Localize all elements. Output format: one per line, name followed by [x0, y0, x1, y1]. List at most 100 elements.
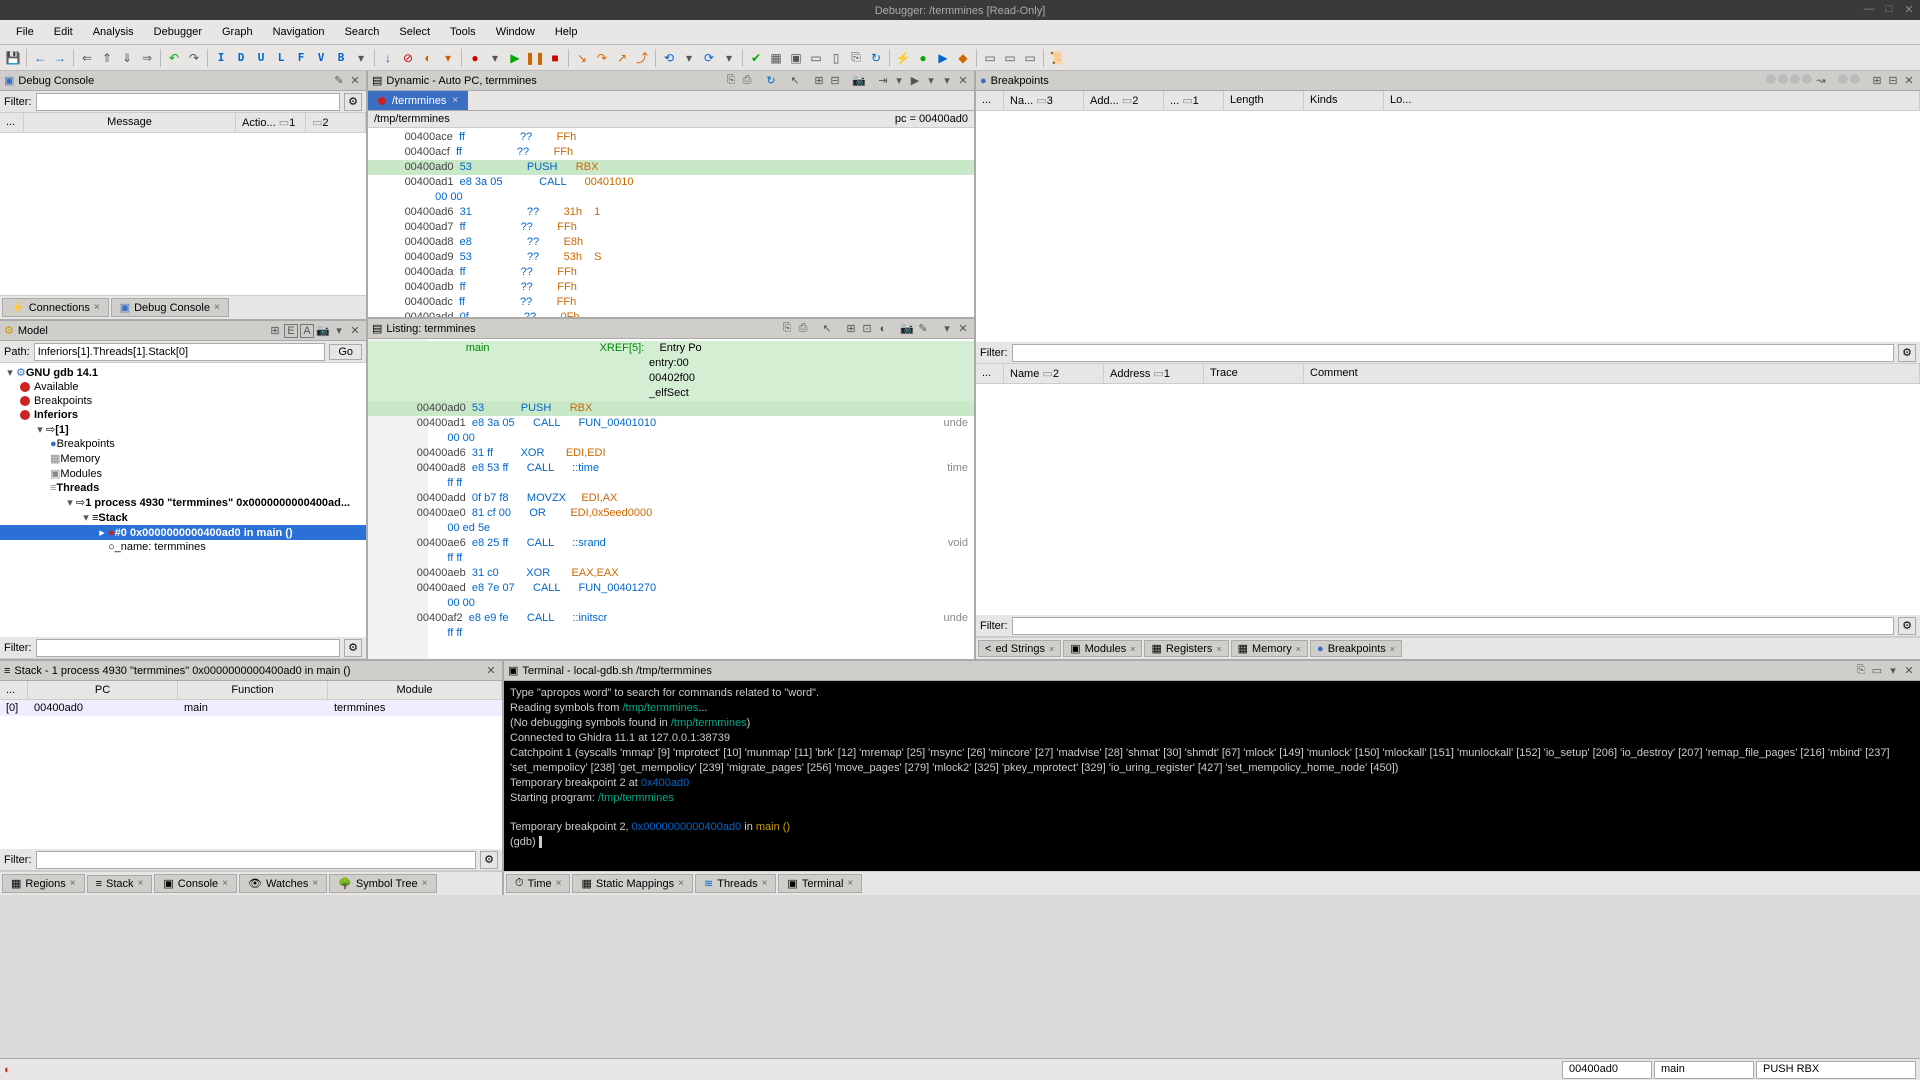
- model-tree[interactable]: ▾⚙ GNU gdb 14.1 Available Breakpoints In…: [0, 363, 366, 637]
- window2-icon[interactable]: ▯: [827, 49, 845, 67]
- star-icon[interactable]: ◆: [954, 49, 972, 67]
- forward-icon[interactable]: →: [51, 49, 69, 67]
- lst-cursor-icon[interactable]: ↖: [820, 322, 834, 336]
- dynamic-listing[interactable]: 00400ace ff ?? FFh 00400acf ff ?? FFh 00…: [368, 128, 974, 317]
- nav-prev-icon[interactable]: ⇐: [78, 49, 96, 67]
- save2-icon[interactable]: ▭: [981, 49, 999, 67]
- tab-close-icon[interactable]: ×: [214, 302, 220, 313]
- kill-icon[interactable]: ■: [546, 49, 564, 67]
- skip-icon[interactable]: ▶: [934, 49, 952, 67]
- stack-body[interactable]: [0] 00400ad0 main termmines: [0, 700, 502, 849]
- tab-close-icon[interactable]: ×: [94, 302, 100, 313]
- bp-disable-icon[interactable]: [1790, 74, 1800, 84]
- define-data-icon[interactable]: D: [232, 49, 250, 67]
- copy-icon[interactable]: ⎘: [847, 49, 865, 67]
- dyn-copy-icon[interactable]: ⎘: [724, 74, 738, 88]
- model-tool4-icon[interactable]: 📷: [316, 324, 330, 338]
- tab-threads[interactable]: ≋Threads×: [695, 874, 776, 893]
- bp-filter-input-1[interactable]: [1012, 344, 1895, 362]
- nav-next-icon[interactable]: ⇒: [138, 49, 156, 67]
- model-frame-selected[interactable]: ▸● #0 0x0000000000400ad0 in main (): [0, 525, 366, 540]
- dyn-menu-icon[interactable]: ▾: [940, 74, 954, 88]
- tab-close-icon[interactable]: ×: [1130, 644, 1135, 654]
- tab-terminal[interactable]: ▣Terminal×: [778, 874, 862, 893]
- snapshot-back-icon[interactable]: ⟲: [660, 49, 678, 67]
- step-last-icon[interactable]: ⤴: [633, 49, 651, 67]
- record-icon[interactable]: ●: [466, 49, 484, 67]
- bp-enable-all-icon[interactable]: [1766, 74, 1776, 84]
- tab-time[interactable]: ⏱Time×: [506, 874, 570, 893]
- bp-disable-all-icon[interactable]: [1802, 74, 1812, 84]
- define-instruction-icon[interactable]: I: [212, 49, 230, 67]
- close-icon[interactable]: ✕: [484, 664, 498, 678]
- lst-edit-icon[interactable]: ✎: [916, 322, 930, 336]
- dynamic-tab-termmines[interactable]: /termmines×: [368, 91, 468, 110]
- dyn-goto-dropdown-icon[interactable]: ▾: [892, 74, 906, 88]
- tab-console[interactable]: ▣Console×: [154, 874, 237, 893]
- menu-edit[interactable]: Edit: [44, 22, 83, 42]
- tab-stack[interactable]: ≡Stack×: [87, 875, 153, 893]
- menu-help[interactable]: Help: [545, 22, 588, 42]
- undefine-icon[interactable]: U: [252, 49, 270, 67]
- menu-search[interactable]: Search: [335, 22, 390, 42]
- dyn-refresh-icon[interactable]: ↻: [764, 74, 778, 88]
- dropdown-icon[interactable]: ▾: [352, 49, 370, 67]
- menu-analysis[interactable]: Analysis: [83, 22, 144, 42]
- module-icon[interactable]: ▣: [787, 49, 805, 67]
- term-tool2-icon[interactable]: ▭: [1870, 664, 1884, 678]
- highlight-clear-icon[interactable]: ⊘: [399, 49, 417, 67]
- dyn-tool2-icon[interactable]: ⊟: [828, 74, 842, 88]
- clear-icon[interactable]: ✎: [332, 74, 346, 88]
- tab-close-icon[interactable]: ×: [452, 95, 458, 106]
- close-icon[interactable]: ✕: [348, 324, 362, 338]
- tab-memory[interactable]: ▦Memory×: [1231, 640, 1308, 657]
- dyn-paste-icon[interactable]: ⎙: [740, 74, 754, 88]
- tab-registers[interactable]: ▦Registers×: [1144, 640, 1228, 657]
- save-icon[interactable]: 💾: [4, 49, 22, 67]
- lst-menu-icon[interactable]: ▾: [940, 322, 954, 336]
- model-tool3-icon[interactable]: A: [300, 324, 314, 338]
- window-maximize-icon[interactable]: □: [1882, 2, 1896, 16]
- cursor-down-icon[interactable]: ↓: [379, 49, 397, 67]
- model-tool1-icon[interactable]: ⊞: [268, 324, 282, 338]
- lst-paste-icon[interactable]: ⎙: [796, 322, 810, 336]
- dyn-tool1-icon[interactable]: ⊞: [812, 74, 826, 88]
- lst-copy-icon[interactable]: ⎘: [780, 322, 794, 336]
- tab-close-icon[interactable]: ×: [1049, 644, 1054, 654]
- script-icon[interactable]: 📜: [1048, 49, 1066, 67]
- close-icon[interactable]: ✕: [1902, 664, 1916, 678]
- menu-tools[interactable]: Tools: [440, 22, 486, 42]
- nav-up-icon[interactable]: ⇑: [98, 49, 116, 67]
- lst-camera-icon[interactable]: 📷: [900, 322, 914, 336]
- filter-settings-icon[interactable]: ⚙: [344, 639, 362, 657]
- filter-settings-icon[interactable]: ⚙: [1898, 617, 1916, 635]
- play2-icon[interactable]: ●: [914, 49, 932, 67]
- lst-diff-icon[interactable]: ⊡: [860, 322, 874, 336]
- define-label-icon[interactable]: L: [272, 49, 290, 67]
- menu-file[interactable]: File: [6, 22, 44, 42]
- snapshot-forward-dropdown-icon[interactable]: ▾: [720, 49, 738, 67]
- tab-connections[interactable]: ⚡Connections×: [2, 298, 109, 317]
- close-icon[interactable]: ✕: [956, 322, 970, 336]
- menu-select[interactable]: Select: [389, 22, 440, 42]
- model-filter-input[interactable]: [36, 639, 341, 657]
- model-path-input[interactable]: [34, 343, 326, 361]
- tab-breakpoints[interactable]: ●Breakpoints×: [1310, 640, 1402, 657]
- redo-icon[interactable]: ↷: [185, 49, 203, 67]
- define-variable-icon[interactable]: V: [312, 49, 330, 67]
- snapshot-forward-icon[interactable]: ⟳: [700, 49, 718, 67]
- bp-clear-all-icon[interactable]: [1850, 74, 1860, 84]
- terminal-body[interactable]: Type "apropos word" to search for comman…: [504, 681, 1920, 871]
- debug-console-filter-input[interactable]: [36, 93, 341, 111]
- close-icon[interactable]: ✕: [1902, 74, 1916, 88]
- model-go-button[interactable]: Go: [329, 344, 362, 360]
- menu-debugger[interactable]: Debugger: [144, 22, 212, 42]
- bp-tool1-icon[interactable]: ↝: [1814, 74, 1828, 88]
- dyn-play-dropdown-icon[interactable]: ▾: [924, 74, 938, 88]
- tab-close-icon[interactable]: ×: [1296, 644, 1301, 654]
- menu-graph[interactable]: Graph: [212, 22, 263, 42]
- dyn-camera-icon[interactable]: 📷: [852, 74, 866, 88]
- step-into-icon[interactable]: ↘: [573, 49, 591, 67]
- step-out-icon[interactable]: ↗: [613, 49, 631, 67]
- resume-icon[interactable]: ▶: [506, 49, 524, 67]
